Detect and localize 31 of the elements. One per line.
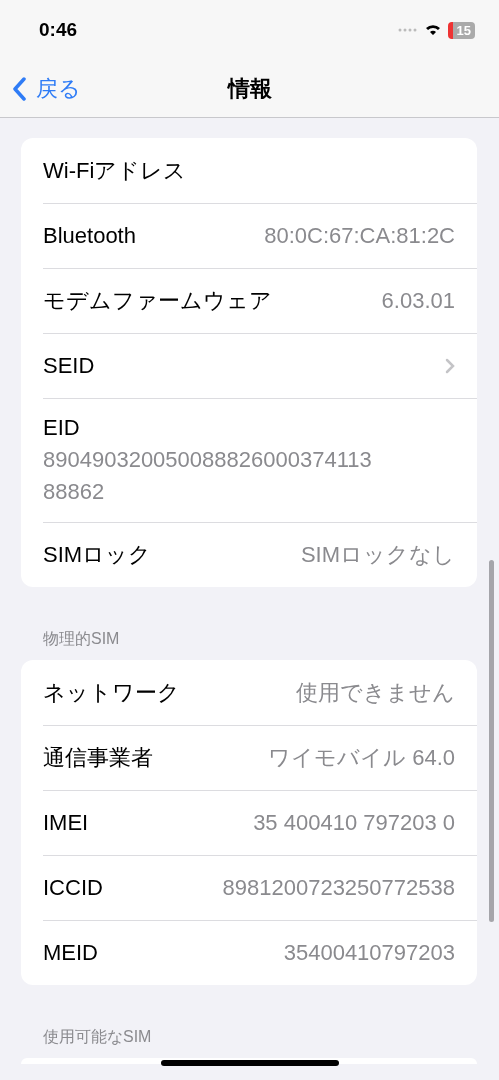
battery-level: 15: [447, 21, 475, 39]
row-label: IMEI: [43, 809, 89, 836]
row-value: SIMロックなし: [300, 540, 455, 569]
settings-row[interactable]: SEID: [21, 333, 477, 398]
row-value: 6.03.01: [381, 287, 455, 314]
row-value: 80:0C:67:CA:81:2C: [264, 222, 455, 249]
row-value: 89049032005008882600037411388862: [43, 446, 373, 506]
page-title: 情報: [227, 74, 272, 103]
row-value: 35 400410 797203 0: [253, 809, 455, 836]
row-label: EID: [43, 415, 80, 440]
signal-icon: [397, 28, 418, 32]
row-label: モデムファームウェア: [43, 286, 272, 315]
row-label: SEID: [43, 352, 95, 379]
row-value: 使用できません: [296, 678, 455, 707]
row-label: 通信事業者: [43, 743, 153, 772]
row-label: SIMロック: [43, 540, 152, 569]
chevron-left-icon: [12, 77, 26, 101]
row-label: Bluetooth: [43, 222, 136, 249]
row-value: ワイモバイル 64.0: [268, 743, 455, 772]
row-label: Wi-Fiアドレス: [43, 156, 187, 185]
row-value: 35400410797203: [283, 939, 455, 966]
section-header: 使用可能なSIM: [42, 1027, 153, 1047]
row-label: ネットワーク: [43, 678, 180, 707]
status-time: 0:46: [39, 19, 78, 41]
row-label: MEID: [43, 939, 98, 966]
row-value: 8981200723250772538: [222, 874, 455, 901]
row-label: ICCID: [43, 874, 103, 901]
back-button[interactable]: 戻る: [12, 74, 81, 104]
section-header: 物理的SIM: [42, 629, 121, 649]
wifi-icon: [424, 24, 441, 36]
chevron-right-icon: [445, 357, 455, 374]
